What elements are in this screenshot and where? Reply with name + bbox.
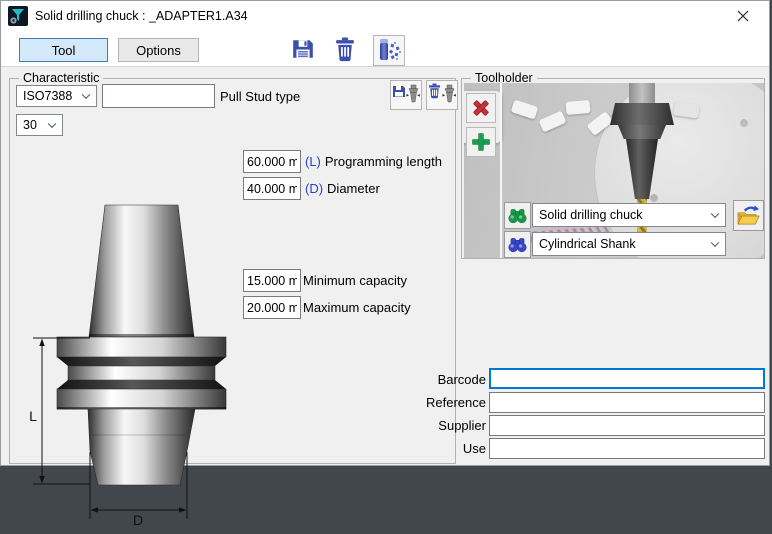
- length-prefix: (L): [305, 154, 321, 169]
- tool-graphics-button[interactable]: [373, 35, 405, 66]
- standard-select[interactable]: ISO7388: [16, 85, 97, 107]
- binoculars-green-icon: [507, 207, 528, 224]
- maximum-capacity-label: Maximum capacity: [303, 300, 411, 315]
- search-shank-button[interactable]: [504, 231, 531, 258]
- close-icon: [737, 10, 749, 22]
- diagram-diameter-label: D: [133, 512, 143, 528]
- taper-size-value: 30: [23, 118, 37, 132]
- add-toolholder-button[interactable]: [466, 127, 496, 157]
- delete-toolholder-icon: [428, 83, 456, 107]
- supplier-label: Supplier: [381, 418, 486, 433]
- toolholder-type-value: Solid drilling chuck: [539, 208, 643, 222]
- open-folder-icon: [736, 204, 761, 227]
- shank-type-select[interactable]: Cylindrical Shank: [532, 232, 726, 256]
- shank-type-value: Cylindrical Shank: [539, 237, 636, 251]
- barcode-input[interactable]: [489, 368, 765, 389]
- delete-toolholder-button[interactable]: [426, 80, 458, 110]
- pull-stud-label: Pull Stud type: [220, 89, 300, 104]
- standard-select-value: ISO7388: [23, 89, 72, 103]
- tab-options[interactable]: Options: [118, 38, 199, 62]
- save-toolholder-button[interactable]: [390, 80, 422, 110]
- save-toolholder-icon: [392, 83, 420, 107]
- save-icon: [291, 37, 315, 61]
- binoculars-blue-icon: [507, 236, 528, 253]
- chevron-down-icon: [711, 239, 719, 247]
- use-label: Use: [381, 441, 486, 456]
- window-titlebar: Solid drilling chuck : _ADAPTER1.A34: [1, 1, 769, 31]
- toolholder-diagram: L D: [22, 194, 262, 534]
- trash-icon: [334, 37, 356, 62]
- delete-button[interactable]: [331, 35, 359, 63]
- toolholder-type-select[interactable]: Solid drilling chuck: [532, 203, 726, 227]
- save-button[interactable]: [289, 35, 317, 63]
- reference-label: Reference: [381, 395, 486, 410]
- taper-size-select[interactable]: 30: [16, 114, 63, 136]
- top-band: Solid drilling chuck : _ADAPTER1.A34 Too…: [1, 1, 769, 67]
- dialog-window: Solid drilling chuck : _ADAPTER1.A34 Too…: [0, 0, 770, 466]
- supplier-input[interactable]: [489, 415, 765, 436]
- use-input[interactable]: [489, 438, 765, 459]
- barcode-label: Barcode: [381, 372, 486, 387]
- minimum-capacity-label: Minimum capacity: [303, 273, 407, 288]
- window-title: Solid drilling chuck : _ADAPTER1.A34: [35, 9, 248, 23]
- remove-icon: [471, 98, 491, 118]
- pull-stud-input[interactable]: [102, 84, 215, 108]
- characteristic-group-label: Characteristic: [19, 71, 103, 85]
- open-toolholder-library-button[interactable]: [733, 200, 764, 231]
- reference-input[interactable]: [489, 392, 765, 413]
- search-toolholder-button[interactable]: [504, 202, 531, 229]
- diagram-length-label: L: [29, 408, 37, 424]
- chevron-down-icon: [48, 120, 56, 128]
- tab-tool[interactable]: Tool: [19, 38, 108, 62]
- programming-length-label: (L)Programming length: [305, 154, 442, 169]
- chevron-down-icon: [82, 91, 90, 99]
- app-icon: [8, 6, 28, 26]
- close-button[interactable]: [723, 1, 763, 31]
- chevron-down-icon: [711, 210, 719, 218]
- remove-toolholder-button[interactable]: [466, 93, 496, 123]
- diameter-prefix: (D): [305, 181, 323, 196]
- add-icon: [471, 132, 491, 152]
- programming-length-input[interactable]: [243, 150, 301, 173]
- toolholder-group: Toolholder: [461, 78, 765, 259]
- diameter-label: (D)Diameter: [305, 181, 380, 196]
- tool-chips-icon: [376, 38, 402, 63]
